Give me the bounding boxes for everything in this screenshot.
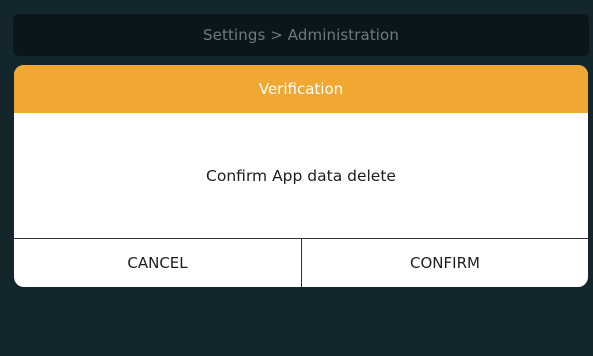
dialog-actions: CANCEL CONFIRM (14, 238, 588, 287)
dialog-body: Confirm App data delete (14, 113, 588, 238)
dialog-title-bar: Verification (14, 65, 588, 113)
verification-dialog: Verification Confirm App data delete CAN… (14, 65, 588, 287)
header-bar: Settings > Administration (13, 14, 589, 56)
cancel-button[interactable]: CANCEL (14, 239, 302, 287)
confirm-button[interactable]: CONFIRM (302, 239, 588, 287)
dialog-message: Confirm App data delete (206, 166, 396, 185)
dialog-title: Verification (258, 80, 344, 98)
breadcrumb: Settings > Administration (203, 26, 399, 44)
screen: Settings > Administration Verification C… (0, 0, 593, 356)
